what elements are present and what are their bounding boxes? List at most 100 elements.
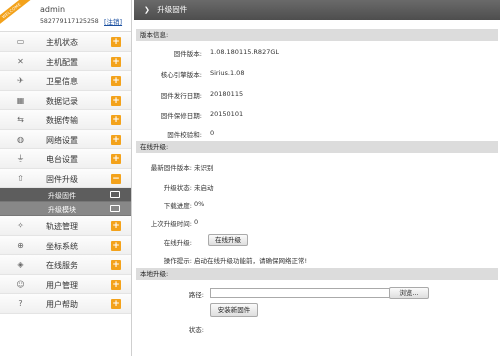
sidebar-item-label: 轨迹管理 xyxy=(46,222,78,231)
sidebar-item[interactable]: ▭ 主机状态 + xyxy=(0,32,131,52)
expand-icon[interactable]: + xyxy=(111,299,121,309)
upload-icon: ⇧ xyxy=(17,173,24,183)
service-icon: ◈ xyxy=(17,260,24,269)
sidebar-item[interactable]: ? 用户帮助 + xyxy=(0,294,131,314)
collapse-icon[interactable]: − xyxy=(111,173,121,184)
section-local-upgrade: 本地升级: xyxy=(136,268,498,280)
sidebar-item-label: 电台设置 xyxy=(46,155,78,164)
page-titlebar: ❯ 升级固件 xyxy=(134,0,500,20)
online-value: 未识别 xyxy=(194,164,214,172)
section-online-upgrade: 在线升级: xyxy=(136,141,498,153)
sidebar-item-label: 主机状态 xyxy=(46,38,78,47)
online-value: 启动在线升级功能前，请确保网络正常! xyxy=(194,257,308,265)
sidebar-item-label: 坐标系统 xyxy=(46,241,78,251)
submenu-item[interactable]: 升级模块 xyxy=(0,202,131,216)
version-value: 0 xyxy=(210,129,215,137)
version-label: 固件版本: xyxy=(173,50,202,58)
sidebar-item[interactable]: ⏚ 电台设置 + xyxy=(0,149,131,169)
window-icon xyxy=(110,191,120,198)
chevron-right-icon: ❯ xyxy=(144,6,150,14)
sidebar-item-label: 固件升级 xyxy=(46,174,78,184)
globe-icon: ◍ xyxy=(17,134,24,144)
section-version-info: 版本信息: xyxy=(136,29,498,41)
path-label: 路径: xyxy=(188,291,204,299)
submenu-item-label: 升级模块 xyxy=(48,206,76,214)
sidebar-item-label: 用户帮助 xyxy=(46,300,78,309)
expand-icon[interactable]: + xyxy=(111,76,121,86)
submenu-item-label: 升级固件 xyxy=(48,192,76,200)
install-firmware-button[interactable]: 安装新固件 xyxy=(210,303,258,317)
expand-icon[interactable]: + xyxy=(111,134,121,145)
online-upgrade-button[interactable]: 在线升级 xyxy=(208,234,248,246)
online-label: 在线升级: xyxy=(163,239,192,247)
expand-icon[interactable]: + xyxy=(111,37,121,47)
expand-icon[interactable]: + xyxy=(111,260,121,270)
calendar-icon: ▦ xyxy=(16,95,25,105)
sidebar-item-label: 用户管理 xyxy=(46,280,78,290)
status-label: 状态: xyxy=(188,326,204,334)
user-icon: ☺ xyxy=(16,279,25,289)
expand-icon[interactable]: + xyxy=(111,154,121,164)
browse-button[interactable]: 浏览... xyxy=(389,287,429,299)
sidebar-item-label: 在线服务 xyxy=(46,261,78,270)
antenna-icon: ⏚ xyxy=(16,154,25,163)
coordinate-icon: ⊕ xyxy=(17,240,24,250)
path-input[interactable] xyxy=(210,288,406,298)
sidebar-item[interactable]: ▦ 数据记录 + xyxy=(0,90,131,110)
online-value: 0% xyxy=(194,200,205,208)
track-icon: ✧ xyxy=(17,221,24,230)
page-title: 升级固件 xyxy=(157,5,188,14)
sidebar-item-label: 数据传输 xyxy=(46,116,78,125)
sidebar-item[interactable]: ☺ 用户管理 + xyxy=(0,274,131,294)
sidebar-menu: ▭ 主机状态 + ✕ 主机配置 + ✈ 卫星信息 + ▦ 数据记录 + ⇆ 数据传输 + ◍ 网络设置 + ⏚ 电台设… xyxy=(0,32,131,314)
version-label: 固件发行日期: xyxy=(160,92,202,100)
user-panel: WELCOME admin 582779117125258 [注销] xyxy=(0,0,131,32)
logout-link[interactable]: [注销] xyxy=(104,16,122,26)
version-label: 固件保修日期: xyxy=(160,112,202,120)
sidebar-item[interactable]: ⇆ 数据传输 + xyxy=(0,110,131,130)
transfer-icon: ⇆ xyxy=(17,115,24,124)
version-label: 固件校验和: xyxy=(167,131,202,139)
online-label: 下载进度: xyxy=(163,202,192,210)
window-icon xyxy=(110,205,120,212)
expand-icon[interactable]: + xyxy=(111,221,121,231)
welcome-ribbon: WELCOME xyxy=(0,0,31,27)
version-value: 20150101 xyxy=(210,110,244,118)
online-label: 最新固件版本: xyxy=(150,164,192,172)
version-label: 核心引擎版本: xyxy=(160,71,202,79)
monitor-icon: ▭ xyxy=(16,37,25,46)
version-value: 20180115 xyxy=(210,90,244,98)
main-panel: ❯ 升级固件 版本信息: 固件版本: 1.08.180115.R827GL 核心引擎… xyxy=(134,0,500,356)
sidebar-item-label: 卫星信息 xyxy=(46,77,78,86)
expand-icon[interactable]: + xyxy=(111,240,121,251)
version-value: 1.08.180115.R827GL xyxy=(210,48,279,56)
sidebar-item[interactable]: ⇧ 固件升级 − xyxy=(0,168,131,188)
help-icon: ? xyxy=(18,299,23,308)
sidebar-item[interactable]: ⊕ 坐标系统 + xyxy=(0,235,131,255)
online-label: 升级状态: xyxy=(163,184,192,192)
sidebar: WELCOME admin 582779117125258 [注销] ▭ 主机状态… xyxy=(0,0,132,356)
online-label: 操作提示: xyxy=(163,257,192,265)
sidebar-item[interactable]: ◈ 在线服务 + xyxy=(0,255,131,275)
sidebar-item-label: 数据记录 xyxy=(46,96,78,106)
online-value: 未启动 xyxy=(194,184,214,192)
satellite-icon: ✈ xyxy=(17,76,24,85)
expand-icon[interactable]: + xyxy=(111,115,121,125)
online-label: 上次升级时间: xyxy=(150,220,192,228)
sidebar-item-label: 主机配置 xyxy=(46,57,78,67)
online-value: 0 xyxy=(194,218,199,226)
sidebar-item[interactable]: ✧ 轨迹管理 + xyxy=(0,216,131,236)
submenu: 升级固件 升级模块 xyxy=(0,188,131,216)
expand-icon[interactable]: + xyxy=(111,95,121,106)
sidebar-item-label: 网络设置 xyxy=(46,135,78,145)
user-id: 582779117125258 xyxy=(40,17,99,25)
sidebar-item[interactable]: ◍ 网络设置 + xyxy=(0,129,131,149)
sidebar-item[interactable]: ✈ 卫星信息 + xyxy=(0,71,131,91)
submenu-item[interactable]: 升级固件 xyxy=(0,188,131,202)
expand-icon[interactable]: + xyxy=(111,279,121,290)
expand-icon[interactable]: + xyxy=(111,56,121,67)
tools-icon: ✕ xyxy=(17,56,24,66)
username: admin xyxy=(40,5,66,14)
sidebar-item[interactable]: ✕ 主机配置 + xyxy=(0,51,131,71)
version-value: Sirius.1.08 xyxy=(210,69,245,77)
